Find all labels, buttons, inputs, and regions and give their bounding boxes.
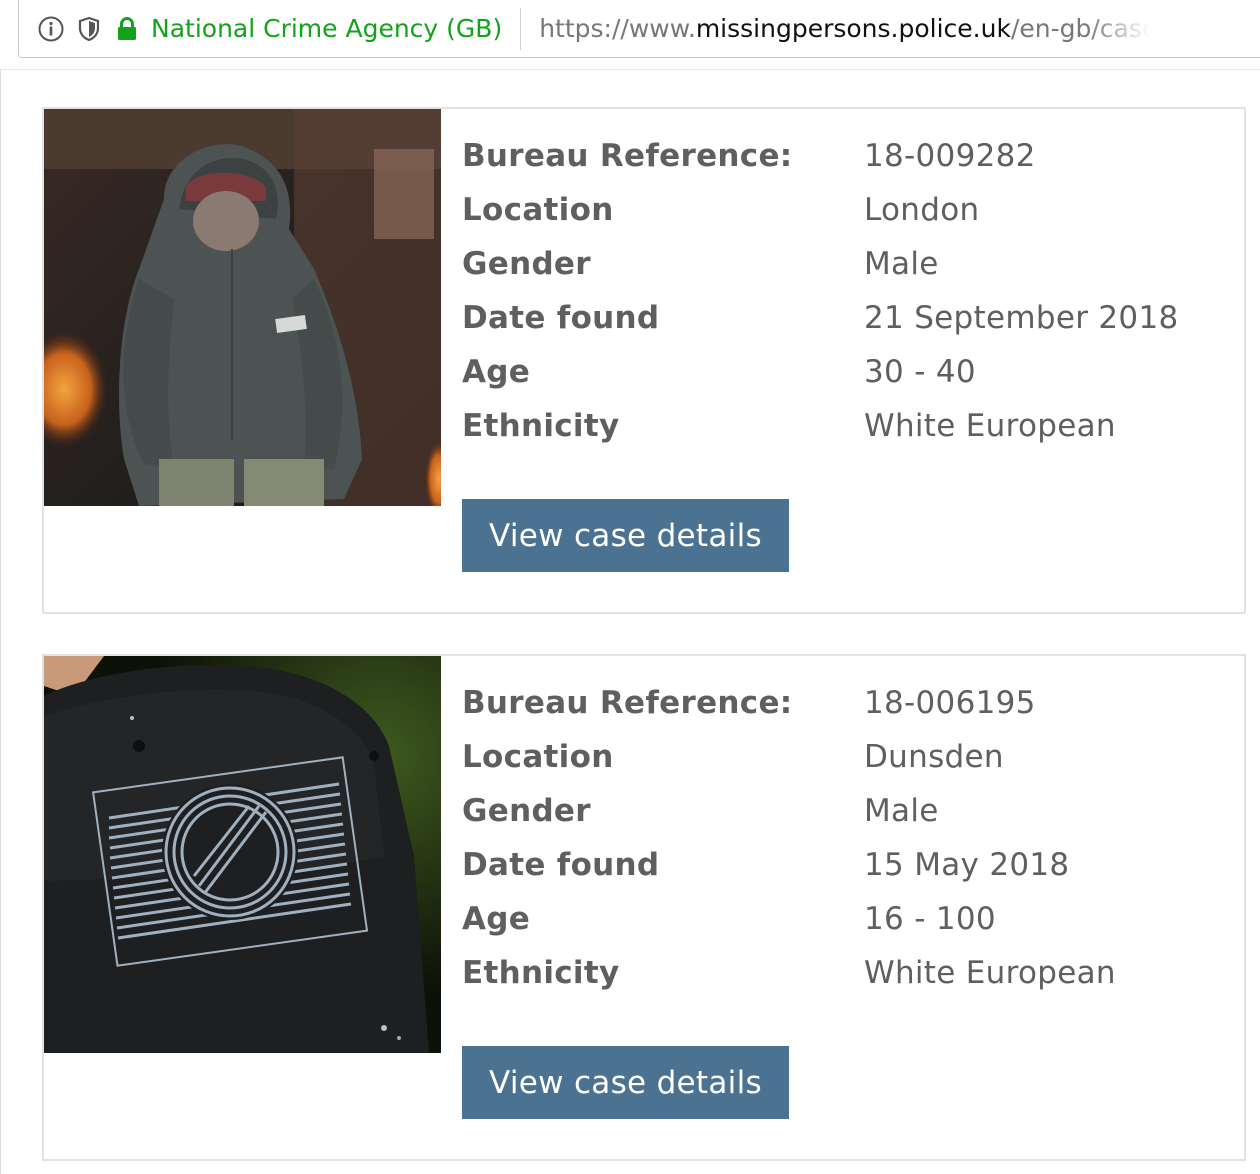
field-gender: Gender Male	[462, 237, 1242, 291]
view-case-details-button[interactable]: View case details	[462, 499, 789, 572]
url-text[interactable]: https://www.missingpersons.police.uk/en-…	[539, 14, 1167, 43]
field-ethnicity: Ethnicity White European	[462, 399, 1242, 453]
url-fade	[1086, 14, 1167, 43]
field-bureau-reference: Bureau Reference: 18-009282	[462, 129, 1242, 183]
field-value: White European	[864, 408, 1116, 444]
field-label: Gender	[462, 793, 591, 829]
field-label: Bureau Reference:	[462, 685, 793, 721]
case-card: Bureau Reference: 18-009282 Location Lon…	[42, 107, 1246, 614]
address-bar[interactable]: National Crime Agency (GB) https://www.m…	[18, 0, 1260, 58]
field-value: 15 May 2018	[864, 847, 1070, 883]
field-label: Date found	[462, 847, 660, 883]
field-value: 18-006195	[864, 685, 1036, 721]
field-value: London	[864, 192, 980, 228]
field-label: Location	[462, 192, 614, 228]
field-label: Age	[462, 901, 531, 937]
field-label: Ethnicity	[462, 955, 620, 991]
field-bureau-reference: Bureau Reference: 18-006195	[462, 676, 1242, 730]
shield-icon[interactable]	[75, 15, 103, 43]
field-value: Male	[864, 246, 939, 282]
view-case-details-button[interactable]: View case details	[462, 1046, 789, 1119]
page-left-border	[0, 70, 1, 1174]
field-location: Location London	[462, 183, 1242, 237]
lock-icon[interactable]	[113, 15, 141, 43]
field-date-found: Date found 15 May 2018	[462, 838, 1242, 892]
field-age: Age 30 - 40	[462, 345, 1242, 399]
address-bar-divider	[520, 7, 522, 50]
field-ethnicity: Ethnicity White European	[462, 946, 1242, 1000]
field-value: 21 September 2018	[864, 300, 1179, 336]
field-label: Date found	[462, 300, 660, 336]
case-card: Bureau Reference: 18-006195 Location Dun…	[42, 654, 1246, 1161]
field-label: Bureau Reference:	[462, 138, 793, 174]
field-value: 30 - 40	[864, 354, 976, 390]
case-photo-person[interactable]	[44, 109, 441, 506]
info-icon[interactable]	[37, 15, 65, 43]
field-label: Ethnicity	[462, 408, 620, 444]
field-label: Location	[462, 739, 614, 775]
field-location: Location Dunsden	[462, 730, 1242, 784]
field-gender: Gender Male	[462, 784, 1242, 838]
field-label: Age	[462, 354, 531, 390]
url-prefix: https://www.	[539, 14, 696, 43]
case-details: Bureau Reference: 18-006195 Location Dun…	[462, 676, 1242, 1000]
browser-toolbar: National Crime Agency (GB) https://www.m…	[0, 0, 1260, 70]
field-label: Gender	[462, 246, 591, 282]
case-photo-cap[interactable]	[44, 656, 441, 1053]
field-value: Dunsden	[864, 739, 1004, 775]
field-value: Male	[864, 793, 939, 829]
field-value: 16 - 100	[864, 901, 996, 937]
url-domain: missingpersons.police.uk	[695, 14, 1011, 43]
field-age: Age 16 - 100	[462, 892, 1242, 946]
field-value: White European	[864, 955, 1116, 991]
field-value: 18-009282	[864, 138, 1036, 174]
case-details: Bureau Reference: 18-009282 Location Lon…	[462, 129, 1242, 453]
field-date-found: Date found 21 September 2018	[462, 291, 1242, 345]
site-identity-label[interactable]: National Crime Agency (GB)	[151, 14, 502, 43]
